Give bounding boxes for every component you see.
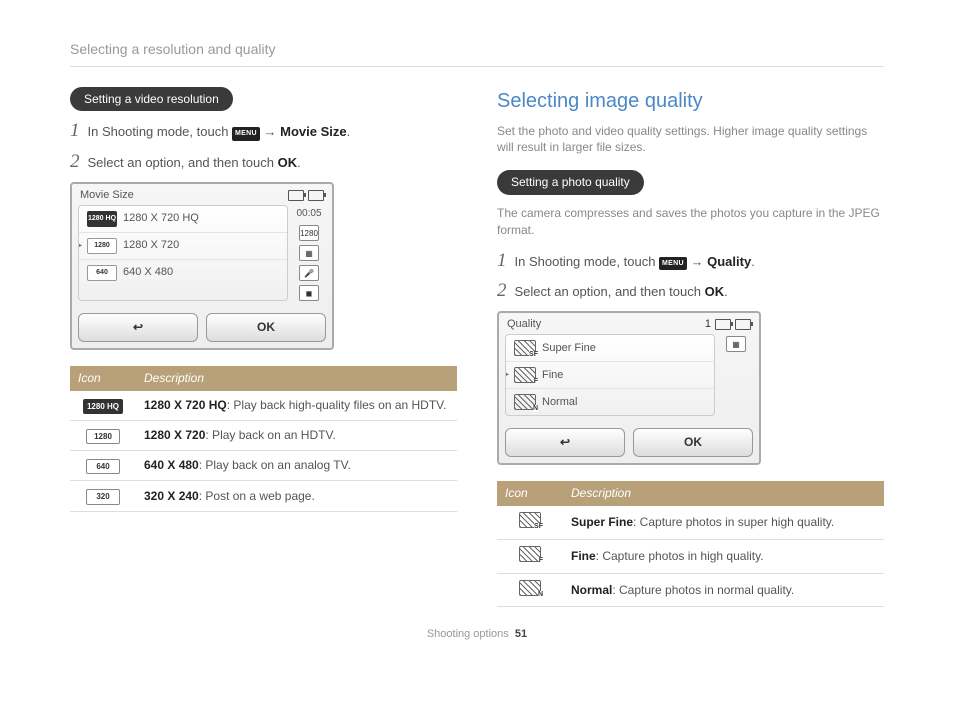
quality-icon: N bbox=[519, 580, 541, 596]
table-header-icon: Icon bbox=[497, 481, 563, 506]
table-row: 320 320 X 240: Post on a web page. bbox=[70, 481, 457, 511]
screen-title: Quality bbox=[507, 317, 541, 332]
table-row: SF Super Fine: Capture photos in super h… bbox=[497, 506, 884, 539]
table-row: 1280 HQ 1280 X 720 HQ: Play back high-qu… bbox=[70, 391, 457, 421]
section-title: Selecting image quality bbox=[497, 87, 884, 115]
pill-photo-quality: Setting a photo quality bbox=[497, 170, 644, 195]
ok-button[interactable]: OK bbox=[633, 428, 753, 457]
option-label: Fine bbox=[542, 368, 563, 383]
table-row: F Fine: Capture photos in high quality. bbox=[497, 539, 884, 573]
battery-icon bbox=[735, 319, 751, 330]
table-header-icon: Icon bbox=[70, 366, 136, 391]
table-header-description: Description bbox=[136, 366, 457, 391]
step-text: In Shooting mode, touch bbox=[515, 254, 660, 269]
step-1-right: 1 In Shooting mode, touch MENU → Quality… bbox=[497, 251, 884, 271]
page-header: Selecting a resolution and quality bbox=[70, 40, 884, 67]
table-header-description: Description bbox=[563, 481, 884, 506]
mic-icon: 🎤 bbox=[299, 265, 319, 281]
option-fine[interactable]: F Fine bbox=[506, 362, 714, 389]
screen-title: Movie Size bbox=[80, 188, 134, 203]
step-text: Select an option, and then touch bbox=[88, 155, 278, 170]
battery-icon bbox=[715, 319, 731, 330]
step-2-left: 2 Select an option, and then touch OK. bbox=[70, 152, 457, 172]
side-resolution-icon: 1280 bbox=[299, 225, 319, 241]
pill-video-resolution: Setting a video resolution bbox=[70, 87, 233, 112]
option-label: Normal bbox=[542, 395, 577, 410]
timer: 00:05 bbox=[296, 207, 321, 221]
back-button[interactable] bbox=[78, 313, 198, 342]
arrow-icon: → bbox=[690, 254, 707, 269]
quality-icon: N bbox=[514, 394, 536, 410]
step-number: 2 bbox=[497, 281, 507, 300]
option-1280hq[interactable]: 1280 HQ 1280 X 720 HQ bbox=[79, 206, 287, 233]
step-text: In Shooting mode, touch bbox=[88, 124, 233, 139]
option-1280[interactable]: 1280 1280 X 720 bbox=[79, 233, 287, 260]
option-label: 1280 X 720 bbox=[123, 238, 179, 253]
back-button[interactable] bbox=[505, 428, 625, 457]
count: 1 bbox=[705, 317, 711, 332]
option-label: 640 X 480 bbox=[123, 265, 173, 280]
video-resolution-table: Icon Description 1280 HQ 1280 X 720 HQ: … bbox=[70, 366, 457, 512]
option-640[interactable]: 640 640 X 480 bbox=[79, 260, 287, 286]
step-text: Select an option, and then touch bbox=[515, 284, 705, 299]
table-row: 640 640 X 480: Play back on an analog TV… bbox=[70, 451, 457, 481]
option-list: SF Super Fine F Fine N Normal bbox=[505, 334, 715, 416]
resolution-icon: 1280 HQ bbox=[87, 211, 117, 227]
table-row: N Normal: Capture photos in normal quali… bbox=[497, 573, 884, 607]
resolution-icon: 640 bbox=[87, 265, 117, 281]
option-list: 1280 HQ 1280 X 720 HQ 1280 1280 X 720 64… bbox=[78, 205, 288, 301]
quality-icon: SF bbox=[514, 340, 536, 356]
option-label: Super Fine bbox=[542, 341, 596, 356]
step-1-left: 1 In Shooting mode, touch MENU → Movie S… bbox=[70, 121, 457, 141]
ok-icon: OK bbox=[705, 284, 725, 299]
quality-icon: F bbox=[514, 367, 536, 383]
battery-icon bbox=[288, 190, 304, 201]
right-column: Selecting image quality Set the photo an… bbox=[497, 87, 884, 608]
battery-icon bbox=[308, 190, 324, 201]
table-row: 1280 1280 X 720: Play back on an HDTV. bbox=[70, 420, 457, 450]
step-2-right: 2 Select an option, and then touch OK. bbox=[497, 281, 884, 301]
pill-description: The camera compresses and saves the phot… bbox=[497, 205, 884, 239]
quality-screen: Quality 1 SF Super Fine bbox=[497, 311, 761, 465]
option-normal[interactable]: N Normal bbox=[506, 389, 714, 415]
menu-icon: MENU bbox=[659, 257, 687, 271]
footer-section: Shooting options bbox=[427, 628, 509, 640]
quality-label: Quality bbox=[707, 254, 751, 269]
ok-icon: OK bbox=[278, 155, 298, 170]
quality-icon: SF bbox=[519, 512, 541, 528]
page-number: 51 bbox=[515, 628, 527, 640]
ok-button[interactable]: OK bbox=[206, 313, 326, 342]
left-column: Setting a video resolution 1 In Shooting… bbox=[70, 87, 457, 608]
section-intro: Set the photo and video quality settings… bbox=[497, 123, 884, 157]
side-icon: ▦ bbox=[726, 336, 746, 352]
movie-size-label: Movie Size bbox=[280, 124, 346, 139]
side-icon: ▦ bbox=[299, 245, 319, 261]
arrow-icon: → bbox=[263, 124, 280, 139]
resolution-icon: 1280 HQ bbox=[83, 399, 123, 414]
movie-size-screen: Movie Size 1280 HQ 1280 X 720 HQ bbox=[70, 182, 334, 350]
option-label: 1280 X 720 HQ bbox=[123, 211, 199, 226]
resolution-icon: 1280 bbox=[86, 429, 120, 444]
resolution-icon: 640 bbox=[86, 459, 120, 474]
menu-icon: MENU bbox=[232, 127, 260, 141]
step-number: 1 bbox=[70, 121, 80, 140]
page-footer: Shooting options 51 bbox=[70, 627, 884, 642]
resolution-icon: 1280 bbox=[87, 238, 117, 254]
step-number: 1 bbox=[497, 251, 507, 270]
quality-table: Icon Description SF Super Fine: Capture … bbox=[497, 481, 884, 607]
resolution-icon: 320 bbox=[86, 489, 120, 504]
side-icon: ◼ bbox=[299, 285, 319, 301]
quality-icon: F bbox=[519, 546, 541, 562]
step-number: 2 bbox=[70, 152, 80, 171]
option-super-fine[interactable]: SF Super Fine bbox=[506, 335, 714, 362]
